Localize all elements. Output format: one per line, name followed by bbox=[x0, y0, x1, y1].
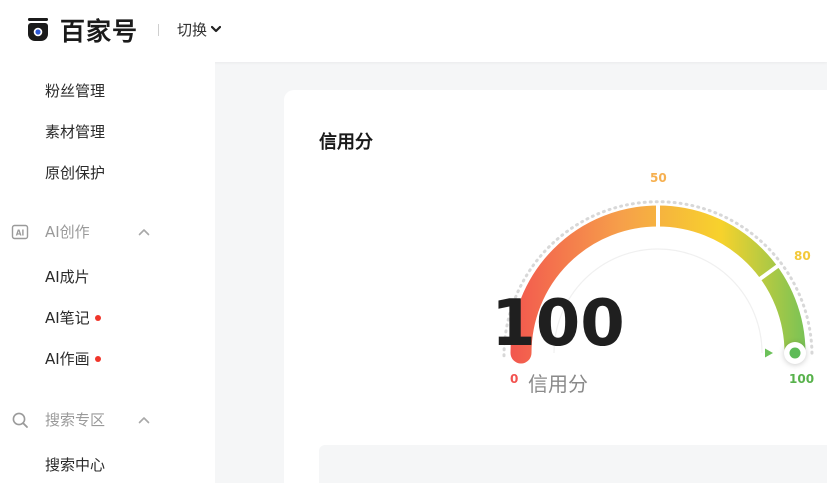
credit-detail-panel bbox=[319, 445, 827, 483]
sidebar-item-label: 搜索中心 bbox=[45, 456, 106, 474]
credit-score-label: 信用分 bbox=[528, 372, 588, 396]
sidebar-item-label: AI成片 bbox=[45, 268, 90, 286]
new-badge-dot bbox=[94, 314, 101, 321]
sidebar-group-search[interactable]: 搜索专区 bbox=[0, 408, 215, 432]
sidebar-item-ai-painting[interactable]: AI作画 bbox=[45, 348, 101, 370]
baijiahao-logo-icon[interactable] bbox=[27, 17, 49, 41]
sidebar-item-ai-video[interactable]: AI成片 bbox=[45, 266, 90, 288]
switch-account-button[interactable]: 切换 bbox=[177, 19, 222, 39]
sidebar-group-label: 搜索专区 bbox=[45, 411, 106, 429]
ai-icon: AI bbox=[11, 224, 29, 240]
sidebar-item-label: AI作画 bbox=[45, 350, 90, 368]
gauge-pointer-arrow bbox=[765, 348, 773, 358]
logo-text[interactable]: 百家号 bbox=[60, 12, 138, 48]
sidebar-item-original-protection[interactable]: 原创保护 bbox=[45, 162, 105, 184]
sidebar-item-label: AI笔记 bbox=[45, 309, 90, 327]
svg-text:AI: AI bbox=[16, 228, 25, 237]
gauge-tick-label-50: 50 bbox=[650, 171, 667, 185]
chevron-up-icon[interactable] bbox=[138, 228, 150, 236]
sidebar-item-fans[interactable]: 粉丝管理 bbox=[45, 80, 105, 102]
sidebar-group-label: AI创作 bbox=[45, 223, 90, 241]
credit-score-card: 信用分 0 50 80 100 100 信用分 bbox=[284, 90, 827, 483]
sidebar-item-ai-notes[interactable]: AI笔记 bbox=[45, 307, 101, 329]
sidebar: 粉丝管理 素材管理 原创保护 AI AI创作 AI成片 AI笔记 AI作画 搜索… bbox=[0, 62, 215, 483]
credit-score-value: 100 bbox=[491, 287, 625, 361]
sidebar-group-ai-creation[interactable]: AI AI创作 bbox=[0, 220, 215, 244]
sidebar-item-label: 原创保护 bbox=[45, 164, 106, 182]
search-icon bbox=[12, 412, 28, 428]
sidebar-item-label: 素材管理 bbox=[45, 123, 106, 141]
switch-label: 切换 bbox=[177, 20, 208, 39]
chevron-up-icon[interactable] bbox=[138, 416, 150, 424]
gauge-tick-label-100: 100 bbox=[789, 372, 815, 386]
sidebar-item-materials[interactable]: 素材管理 bbox=[45, 121, 105, 143]
sidebar-item-search-center[interactable]: 搜索中心 bbox=[45, 454, 105, 476]
header-divider bbox=[158, 24, 159, 36]
chevron-down-icon bbox=[211, 25, 222, 33]
new-badge-dot bbox=[94, 355, 101, 362]
sidebar-item-label: 粉丝管理 bbox=[45, 82, 106, 100]
gauge-tick-label-80: 80 bbox=[794, 249, 811, 263]
top-header: 百家号 切换 bbox=[0, 0, 827, 62]
gauge-value-knob-dot bbox=[789, 347, 801, 359]
